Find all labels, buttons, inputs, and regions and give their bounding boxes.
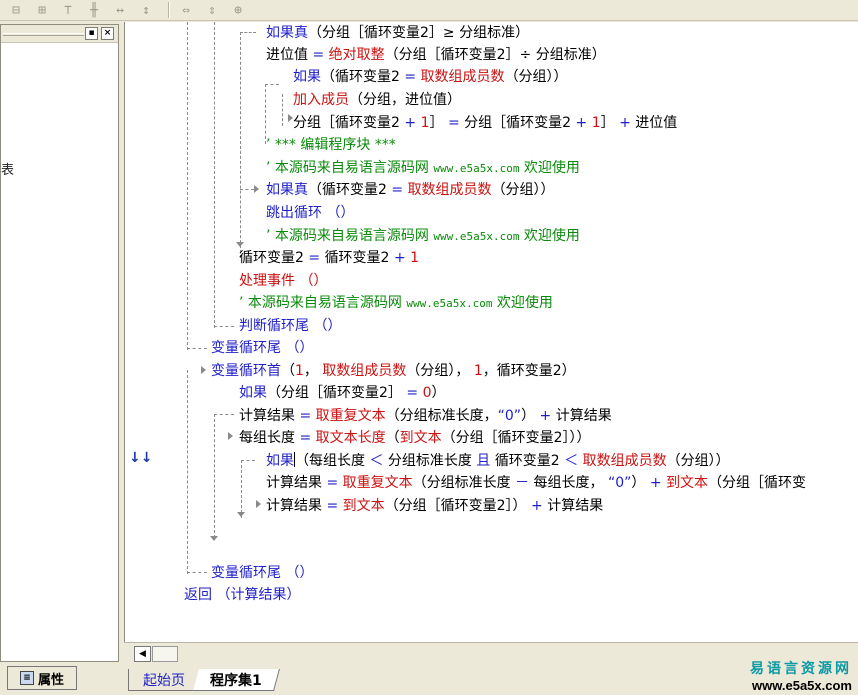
properties-tab-label: 属性 — [37, 672, 64, 688]
code-line-14[interactable]: 判断循环尾 （） — [239, 316, 341, 336]
code-line-7[interactable]: ’ 本源码来自易语言源码网 www.e5a5x.com 欢迎使用 — [266, 158, 580, 179]
align-center-icon[interactable]: ⊞ — [32, 2, 52, 19]
code-line-9[interactable]: 跳出循环 （） — [266, 203, 354, 223]
align-top-icon[interactable]: ⊤ — [58, 2, 78, 19]
properties-icon: ≡ — [19, 671, 34, 685]
code-line-24[interactable]: 返回 （计算结果） — [184, 585, 300, 605]
code-line-1[interactable]: 如果真（分组［循环变量2］≥ 分组标准） — [266, 23, 529, 43]
close-button[interactable]: × — [101, 27, 114, 40]
tab-program-label: 程序集1 — [210, 672, 262, 689]
code-line-12[interactable]: 处理事件 （） — [239, 271, 327, 291]
code-line-22[interactable]: 计算结果 = 到文本（分组［循环变量2］） + 计算结果 — [266, 496, 603, 516]
tab-start-page[interactable]: 起始页 — [128, 669, 199, 691]
scroll-thumb[interactable] — [152, 646, 178, 662]
watermark-url: www.e5a5x.com — [752, 678, 852, 693]
panel-grip[interactable] — [3, 33, 84, 36]
code-line-8[interactable]: 如果真（循环变量2 = 取数组成员数（分组）） — [266, 180, 555, 200]
space-vertical-icon[interactable]: ↕ — [136, 2, 156, 19]
code-line-20[interactable]: 如果（每组长度 ＜ 分组标准长度 且 循环变量2 ＜ 取数组成员数（分组）） — [266, 451, 730, 471]
code-line-4[interactable]: 加入成员（分组，进位值） — [293, 90, 461, 110]
code-line-2[interactable]: 进位值 = 绝对取整（分组［循环变量2］÷ 分组标准） — [266, 45, 606, 65]
editor-gutter: ≫ ↓↓+ — [124, 22, 180, 642]
watermark-cn: 易语言资源网 — [750, 661, 852, 677]
code-line-23[interactable]: 变量循环尾 （） — [211, 563, 313, 583]
code-line-19[interactable]: 每组长度 = 取文本长度（到文本（分组［循环变量2］）） — [239, 428, 591, 448]
properties-tab[interactable]: ≡ 属性 — [7, 666, 77, 690]
scroll-left-icon[interactable]: ◀ — [134, 646, 151, 662]
toolbar: ⊟ ⊞ ⊤ ╫ ↔ ↕ ⇔ ⇕ ⊕ — [0, 0, 858, 21]
code-line-21[interactable]: 计算结果 = 取重复文本（分组标准长度 － 每组长度， “0”） + 到文本（分… — [266, 473, 806, 493]
align-middle-icon[interactable]: ╫ — [84, 2, 104, 19]
code-line-5[interactable]: 分组［循环变量2 + 1］ = 分组［循环变量2 + 1］ + 进位值 — [293, 113, 677, 133]
tab-start-label: 起始页 — [143, 672, 185, 689]
code-line-6[interactable]: ’ *** 编辑程序块 *** — [266, 135, 396, 155]
site-watermark: 易语言资源网 www.e5a5x.com — [742, 658, 858, 693]
left-panel: ▪ × 表 — [0, 24, 119, 662]
code-line-3[interactable]: 如果（循环变量2 = 取数组成员数（分组）） — [293, 67, 568, 87]
code-line-13[interactable]: ’ 本源码来自易语言源码网 www.e5a5x.com 欢迎使用 — [239, 293, 553, 314]
width-equal-icon[interactable]: ⇔ — [176, 2, 196, 19]
code-line-10[interactable]: ’ 本源码来自易语言源码网 www.e5a5x.com 欢迎使用 — [266, 226, 580, 247]
code-line-11[interactable]: 循环变量2 = 循环变量2 + 1 — [239, 248, 419, 268]
code-line-17[interactable]: 如果（分组［循环变量2］ = 0） — [239, 383, 445, 403]
space-horizontal-icon[interactable]: ↔ — [110, 2, 130, 19]
tab-program-set[interactable]: 程序集1 — [193, 669, 280, 691]
code-editor[interactable]: 如果真（分组［循环变量2］≥ 分组标准） 进位值 = 绝对取整（分组［循环变量2… — [152, 22, 858, 642]
code-line-16[interactable]: 变量循环首（1， 取数组成员数（分组）， 1，循环变量2） — [211, 361, 576, 381]
editor-tabs: 起始页 程序集1 — [124, 666, 744, 695]
code-line-15[interactable]: 变量循环尾 （） — [211, 338, 313, 358]
tree-item-fragment[interactable]: 表 — [1, 159, 14, 178]
center-icon[interactable]: ⊕ — [228, 2, 248, 19]
left-panel-titlebar: ▪ × — [1, 25, 118, 43]
toolbar-separator — [168, 2, 170, 18]
height-equal-icon[interactable]: ⇕ — [202, 2, 222, 19]
minimize-button[interactable]: ▪ — [85, 27, 98, 40]
align-left-icon[interactable]: ⊟ — [6, 2, 26, 19]
code-line-18[interactable]: 计算结果 = 取重复文本（分组标准长度，“0”） + 计算结果 — [239, 406, 612, 426]
